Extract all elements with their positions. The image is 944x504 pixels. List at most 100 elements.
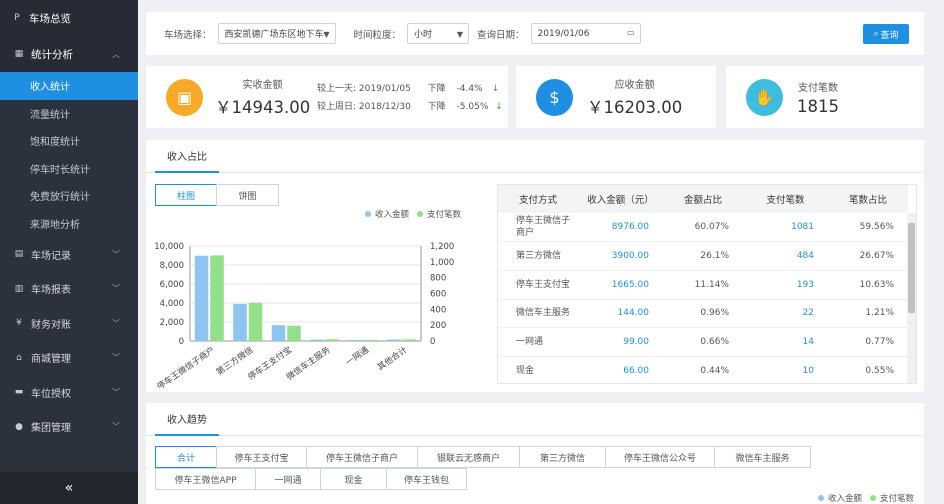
compare-percent: -5.05% [456,102,489,112]
compare-direction: 下降 [427,102,446,112]
sidebar-item-saturation[interactable]: 饱和度统计 [0,127,138,155]
lot-select[interactable]: 西安凯德广场东区地下车库 ▼ [217,23,336,44]
bar-payment-count [402,339,417,341]
lot-label: 车场选择： [164,29,212,41]
scrollbar-thumb[interactable] [908,223,915,313]
y-tick-label-left: 6,000 [160,280,184,290]
payment-count-card: ✋ 支付笔数 1815 [726,66,924,128]
sidebar-group-label: 商城管理 [31,354,71,366]
bar-income-amount [348,340,363,341]
sidebar-item-free-release[interactable]: 免费放行统计 [0,182,138,210]
trend-filter-button[interactable]: 停车王微信APP [155,468,256,490]
income-share-table: 支付方式 收入金额（元） 金额占比 支付笔数 笔数占比 停车王微信子商户 8976… [497,184,917,384]
sidebar-group-finance[interactable]: ¥ 财务对账 ﹀ [0,306,138,341]
sidebar-group-label: 车场记录 [31,250,71,262]
payment-method-cell: 停车王支付宝 [498,270,578,300]
trend-legend: 收入金额 支付笔数 [817,492,914,504]
chevron-up-icon: ︿ [112,49,120,59]
table-cell[interactable]: 14 [743,327,828,357]
trend-filter-button[interactable]: 微信车主服务 [714,446,811,468]
table-cell[interactable]: 66.00 [578,356,663,383]
search-icon: ⌕ [873,29,879,39]
parking-icon: P [14,13,20,23]
compare-prev-week: 较上周日: 2018/12/30 下降 -5.05% ↓ [317,98,503,116]
income-trend-panel: 收入趋势 合计 停车王支付宝 停车王微信子商户 银联云无感商户 第三方微信 停车王微信公众… [146,403,924,504]
handshake-icon: ✋ [746,78,783,116]
y-tick-label-left: 0 [179,337,184,347]
granularity-select[interactable]: 小时 ▼ [407,23,470,44]
table-cell[interactable]: 3900.00 [578,241,663,271]
sidebar-section-statistics[interactable]: ▦ 统计分析 ︿ [0,36,138,72]
income-share-chart: 0 2,000 4,000 6,000 8,000 10,000 0 200 400 600 800… [154,242,454,388]
trend-filter-button[interactable]: 停车王微信公众号 [605,446,715,468]
x-tick-label: 其他合计 [375,344,410,373]
toggle-bar-chart[interactable]: 柱图 [155,184,217,206]
sidebar-group-label: 车位授权 [31,388,71,400]
x-tick-label: 一网通 [344,344,372,368]
y-tick-label-left: 8,000 [160,261,184,271]
table-cell[interactable]: 1081 [743,213,828,243]
sidebar-group-mall[interactable]: ⌂ 商城管理 ﹀ [0,341,138,376]
legend-count: 支付笔数 [879,494,914,504]
table-cell[interactable]: 22 [743,299,828,329]
sidebar-group-space-auth[interactable]: ▬ 车位授权 ﹀ [0,375,138,410]
trend-filter-button[interactable]: 停车王钱包 [386,468,467,490]
toggle-pie-chart[interactable]: 饼图 [216,184,279,206]
col-header: 笔数占比 [828,185,908,213]
sidebar-item-flow[interactable]: 流量统计 [0,100,138,128]
tab-income-trend[interactable]: 收入趋势 [155,403,219,436]
y-tick-label-right: 1,200 [430,242,454,252]
table-cell[interactable]: 193 [743,270,828,300]
table-cell[interactable]: 10 [743,356,828,383]
tab-income-share[interactable]: 收入占比 [155,140,219,173]
trend-filter-button[interactable]: 合计 [155,446,217,468]
bar-income-amount [233,303,247,341]
table-cell: 11.14% [663,270,743,300]
arrow-down-icon: ↓ [491,84,500,94]
sidebar-item-overview[interactable]: P 车场总览 [0,0,138,36]
legend-swatch-count [869,495,876,501]
table-scrollbar[interactable] [907,213,916,383]
sidebar-group-reports[interactable]: ▥ 车场报表 ﹀ [0,272,138,307]
table-cell: 26.67% [828,241,908,271]
table-cell[interactable]: 484 [743,241,828,271]
compare-label: 较上一天: [317,84,357,94]
trend-filter-button[interactable]: 现金 [320,468,387,490]
trend-filter-button[interactable]: 停车王支付宝 [216,446,307,468]
sidebar-item-income[interactable]: 收入统计 [0,72,138,100]
bar-payment-count [325,339,340,341]
table-cell[interactable]: 8976.00 [578,213,663,243]
compare-date: 2018/12/30 [358,102,411,112]
y-tick-label-left: 10,000 [154,242,184,252]
chevron-down-icon: ﹀ [112,387,120,397]
table-cell: 0.55% [828,356,908,383]
y-tick-label-right: 0 [430,337,435,347]
payment-count-value: 1815 [797,96,839,116]
compare-date: 2019/01/05 [358,84,411,94]
table-cell[interactable]: 99.00 [578,327,663,357]
table-cell: 1.21% [828,299,908,329]
sidebar-item-origin[interactable]: 来源地分析 [0,210,138,238]
trend-filter-button[interactable]: 银联云无感商户 [417,446,520,468]
sidebar-group-group-mgmt[interactable]: ● 集团管理 ﹀ [0,410,138,445]
trend-filter-button[interactable]: 停车王微信子商户 [306,446,418,468]
sidebar-item-label: 车场总览 [29,12,71,25]
chart-icon: ▦ [14,49,24,59]
chevron-down-icon: ﹀ [112,422,120,432]
sidebar-item-duration[interactable]: 停车时长统计 [0,155,138,183]
sidebar-group-records[interactable]: ▤ 车场记录 ﹀ [0,237,138,272]
chart-legend: 收入金额 支付笔数 [365,208,461,220]
trend-filter-button[interactable]: 一网通 [255,468,321,490]
query-button[interactable]: ⌕ 查询 [863,24,909,44]
table-cell[interactable]: 1665.00 [578,270,663,300]
arrow-down-icon: ↓ [495,102,503,112]
tab-bar [146,140,924,173]
table-row: 微信车主服务 144.00 0.96% 22 1.21% [498,299,908,329]
actual-income-label: 实收金额 [242,80,283,91]
collapse-sidebar-icon[interactable]: « [0,472,138,504]
date-input[interactable]: 2019/01/06 ▭ [530,23,641,44]
trend-filter-button[interactable]: 第三方微信 [519,446,606,468]
legend-count: 支付笔数 [427,210,462,220]
col-header: 金额占比 [663,185,743,213]
table-cell[interactable]: 144.00 [578,299,663,329]
